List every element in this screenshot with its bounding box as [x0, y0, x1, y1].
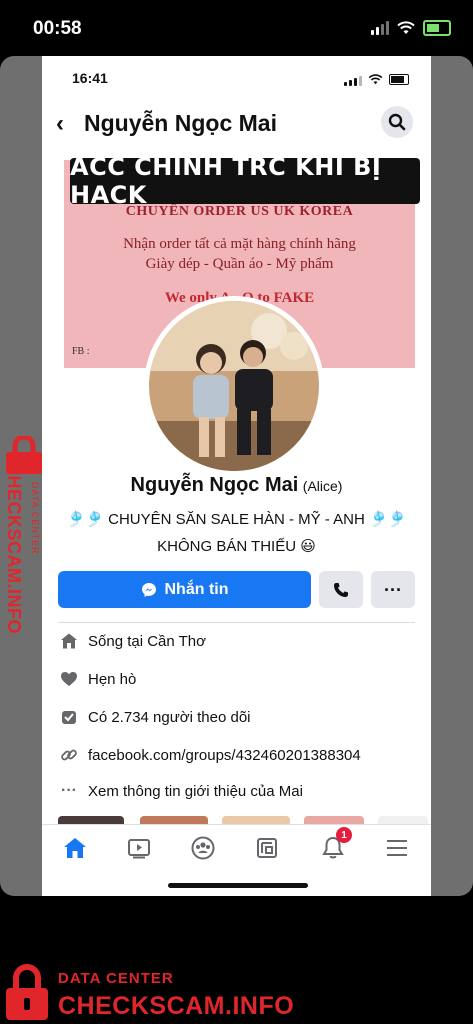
call-button[interactable]: [319, 571, 363, 608]
signal-icon: [371, 21, 389, 35]
home-icon: [58, 630, 80, 652]
wifi-icon: [368, 73, 383, 84]
info-row-followers: Có 2.734 người theo dõi: [58, 702, 418, 732]
cover-text-2: Nhận order tất cả mặt hàng chính hãng: [123, 236, 356, 252]
facebook-profile-screen: 16:41 ‹ Nguyễn Ngọc Mai CHUYÊN ORDER US …: [42, 56, 431, 896]
info-text: facebook.com/groups/432460201388304: [88, 746, 361, 764]
search-icon: [388, 113, 406, 131]
profile-photo: [149, 301, 319, 471]
profile-bio: 🎐🎐 CHUYÊN SĂN SALE HÀN - MỸ - ANH 🎐🎐 KHÔ…: [42, 506, 431, 560]
outer-status-icons: [371, 20, 451, 36]
menu-icon: [387, 840, 407, 856]
profile-alias: (Alice): [302, 478, 343, 494]
profile-name: Nguyễn Ngọc Mai: [130, 474, 299, 496]
profile-header: ‹ Nguyễn Ngọc Mai: [42, 104, 431, 144]
cover-text-5: FB :: [72, 346, 90, 357]
more-button[interactable]: ···: [371, 571, 415, 608]
link-icon: [58, 744, 80, 766]
tab-menu[interactable]: [382, 833, 412, 863]
heart-icon: [58, 668, 80, 690]
lock-icon: [6, 964, 48, 1020]
watermark-sub: DATA CENTER: [58, 970, 174, 987]
watermark-sub: DATA CENTER: [30, 482, 40, 555]
bio-line-2: KHÔNG BÁN THIẾU 😃: [157, 538, 316, 555]
tab-watch[interactable]: [124, 833, 154, 863]
info-row-about[interactable]: ··· Xem thông tin giới thiệu của Mai: [58, 776, 418, 806]
inner-status-icons: [344, 72, 409, 86]
more-icon: ···: [61, 782, 77, 799]
screenshot-frame: 16:41 ‹ Nguyễn Ngọc Mai CHUYÊN ORDER US …: [0, 56, 473, 896]
wifi-icon: [397, 21, 415, 34]
inner-clock: 16:41: [72, 70, 108, 86]
cover-text-3: Giày dép - Quần áo - Mỹ phẩm: [145, 256, 334, 272]
side-watermark: CHECKSCAM.INFO DATA CENTER: [0, 436, 50, 676]
back-arrow-icon[interactable]: ‹: [56, 110, 64, 138]
bottom-watermark: DATA CENTER CHECKSCAM.INFO: [0, 958, 473, 1024]
watermark-main: CHECKSCAM.INFO: [58, 992, 295, 1020]
phone-icon: [334, 582, 348, 597]
groups-icon: [191, 836, 215, 860]
signal-icon: [344, 72, 362, 86]
info-text: Có 2.734 người theo dõi: [88, 708, 251, 726]
avatar[interactable]: [144, 296, 324, 476]
inner-status-bar: 16:41: [42, 56, 431, 98]
search-button[interactable]: [381, 106, 413, 138]
video-icon: [128, 839, 150, 859]
outer-status-bar: 00:58: [0, 0, 473, 58]
followers-icon: [58, 706, 80, 728]
home-indicator: [168, 883, 308, 888]
info-text: Xem thông tin giới thiệu của Mai: [88, 782, 303, 800]
ellipsis-icon: ···: [384, 579, 402, 600]
notification-badge: 1: [336, 827, 352, 843]
info-text: Sống tại Cần Thơ: [88, 632, 206, 650]
info-row-location: Sống tại Cần Thơ: [58, 626, 418, 656]
bottom-tab-bar: 1: [42, 824, 431, 875]
messenger-icon: [141, 582, 156, 597]
tab-marketplace[interactable]: [252, 833, 282, 863]
page-title: Nguyễn Ngọc Mai: [84, 110, 277, 136]
profile-name-row: Nguyễn Ngọc Mai (Alice): [42, 474, 431, 497]
home-icon: [64, 838, 86, 858]
caption-overlay: ACC CHÍNH TRC KHI BỊ HACK: [70, 153, 420, 209]
info-row-dating[interactable]: Hẹn hò: [58, 664, 418, 694]
info-text: Hẹn hò: [88, 670, 137, 688]
tab-groups[interactable]: [188, 833, 218, 863]
tab-home[interactable]: [60, 833, 90, 863]
outer-clock: 00:58: [33, 18, 82, 39]
tab-notifications[interactable]: 1: [318, 827, 352, 863]
message-button-label: Nhắn tin: [164, 580, 229, 598]
pages-icon: [257, 838, 277, 858]
divider: [58, 622, 415, 623]
battery-charging-icon: [423, 20, 451, 36]
battery-icon: [389, 73, 409, 85]
info-row-link[interactable]: facebook.com/groups/432460201388304: [58, 740, 418, 770]
bio-line-1: 🎐🎐 CHUYÊN SĂN SALE HÀN - MỸ - ANH 🎐🎐: [66, 511, 407, 528]
watermark-main: CHECKSCAM.INFO: [4, 462, 24, 634]
message-button[interactable]: Nhắn tin: [58, 571, 311, 608]
